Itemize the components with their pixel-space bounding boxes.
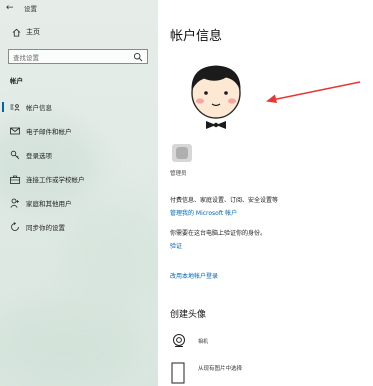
search-placeholder: 查找设置 (13, 53, 39, 62)
home-icon (10, 27, 22, 37)
sidebar-item-label: 同步你的设置 (26, 224, 65, 232)
sidebar-item-sync-settings[interactable]: 同步你的设置 (0, 220, 158, 234)
picture-icon[interactable] (171, 362, 185, 384)
create-avatar-heading: 创建头像 (170, 310, 207, 320)
sidebar-item-label: 电子邮件和帐户 (26, 128, 72, 136)
manage-microsoft-account-link[interactable]: 管理我的 Microsoft 帐户 (170, 208, 237, 217)
sidebar-item-label: 帐户信息 (26, 104, 52, 112)
sidebar-item-sign-in-options[interactable]: 登录选项 (0, 148, 158, 162)
search-icon[interactable] (133, 52, 143, 62)
sidebar-item-family-users[interactable]: 家庭和其他用户 (0, 196, 158, 210)
sidebar-section-label: 帐户 (10, 77, 23, 85)
key-icon (9, 150, 21, 160)
redacted-username (172, 144, 192, 162)
sidebar-item-home[interactable]: 主页 (10, 27, 40, 37)
verify-link[interactable]: 验证 (170, 241, 182, 250)
browse-picture-label[interactable]: 从现有图片中选择 (198, 364, 242, 372)
person-card-icon (9, 102, 21, 112)
camera-label[interactable]: 相机 (198, 338, 208, 345)
main-content: 帐户信息 管理员 付费信息、家庭设置、订阅、安全设置等 管理我的 Microso… (158, 0, 373, 386)
account-role-label: 管理员 (170, 171, 187, 177)
sidebar-item-label: 主页 (26, 28, 40, 36)
sidebar-item-work-school[interactable]: 连接工作或学校帐户 (0, 172, 158, 186)
titlebar: ← 设置 (6, 2, 37, 14)
billing-info-text: 付费信息、家庭设置、订阅、安全设置等 (170, 197, 279, 204)
sidebar-item-email-accounts[interactable]: 电子邮件和帐户 (0, 124, 158, 138)
window-title: 设置 (24, 5, 37, 13)
local-account-link[interactable]: 改用本地帐户登录 (170, 271, 218, 280)
sidebar-item-account-info[interactable]: 帐户信息 (0, 100, 158, 114)
search-input[interactable]: 查找设置 (8, 49, 148, 64)
page-title: 帐户信息 (170, 29, 223, 44)
sidebar-item-label: 连接工作或学校帐户 (26, 176, 85, 184)
user-avatar (186, 59, 246, 133)
briefcase-icon (9, 174, 21, 184)
sidebar-item-label: 家庭和其他用户 (26, 200, 72, 208)
verify-identity-text: 你需要在这台电脑上验证你的身份。 (170, 230, 267, 237)
person-add-icon (9, 198, 21, 208)
sidebar-item-label: 登录选项 (26, 152, 52, 160)
camera-icon[interactable] (171, 333, 187, 349)
sync-icon (9, 222, 21, 232)
annotation-arrow (262, 80, 362, 106)
back-button[interactable]: ← (6, 3, 18, 13)
sidebar: ← 设置 主页 查找设置 帐户 帐户信息 电子邮件和帐户 登录选项 连接工作或学… (0, 0, 158, 386)
mail-icon (9, 126, 21, 136)
